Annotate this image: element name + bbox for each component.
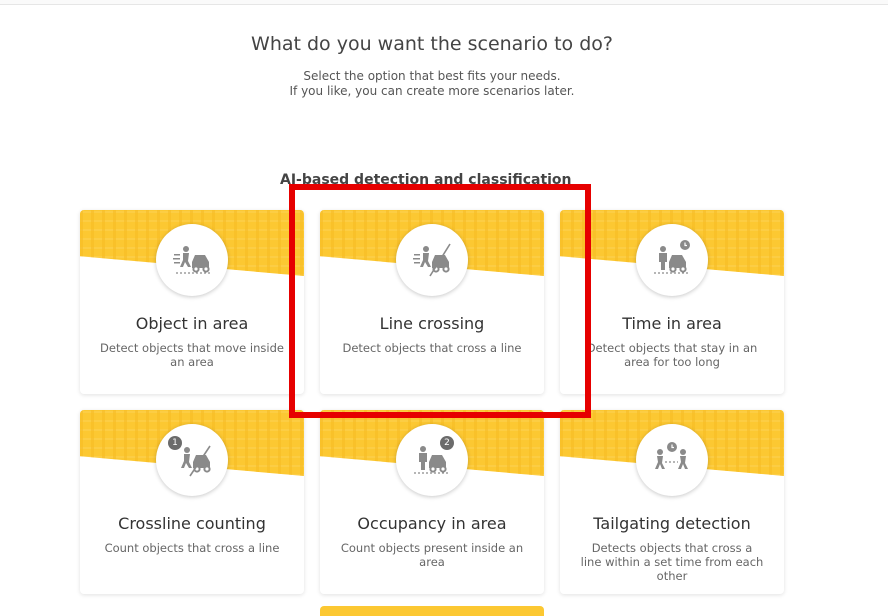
person-car-area-icon [156, 224, 228, 296]
count-badge: 2 [440, 436, 454, 450]
page-subtitle-line2: If you like, you can create more scenari… [289, 84, 575, 98]
section-heading: AI-based detection and classification [280, 172, 572, 188]
crossline-count-icon: 1 [156, 424, 228, 496]
tailgating-icon [636, 424, 708, 496]
top-bar [0, 0, 888, 5]
card-description: Detects objects that cross a line within… [580, 541, 764, 583]
card-title: Crossline counting [118, 514, 266, 533]
card-title: Line crossing [379, 314, 485, 333]
scenario-card-crossline-counting[interactable]: 1 Crossline counting Count objects that … [80, 410, 304, 594]
page-subtitle-line1: Select the option that best fits your ne… [303, 69, 561, 83]
scenario-card-occupancy-in-area[interactable]: 2 Occupancy in area Count objects presen… [320, 410, 544, 594]
card-title: Time in area [622, 314, 722, 333]
scenario-card-tailgating-detection[interactable]: Tailgating detection Detects objects tha… [560, 410, 784, 594]
card-description: Count objects that cross a line [104, 541, 280, 555]
scenario-card-line-crossing[interactable]: Line crossing Detect objects that cross … [320, 210, 544, 394]
page-title: What do you want the scenario to do? [251, 33, 613, 55]
card-title: Tailgating detection [593, 514, 751, 533]
card-description: Detect objects that stay in an area for … [586, 341, 758, 369]
card-description: Count objects present inside an area [340, 541, 524, 569]
person-car-line-icon [396, 224, 468, 296]
count-badge: 1 [168, 436, 182, 450]
person-car-clock-icon [636, 224, 708, 296]
card-description: Detect objects that move inside an area [100, 341, 284, 369]
occupancy-icon: 2 [396, 424, 468, 496]
scenario-card-time-in-area[interactable]: Time in area Detect objects that stay in… [560, 210, 784, 394]
scenario-card-object-in-area[interactable]: Object in area Detect objects that move … [80, 210, 304, 394]
card-title: Occupancy in area [357, 514, 507, 533]
card-description: Detect objects that cross a line [342, 341, 522, 355]
next-card-edge[interactable] [320, 606, 544, 616]
card-title: Object in area [135, 314, 249, 333]
